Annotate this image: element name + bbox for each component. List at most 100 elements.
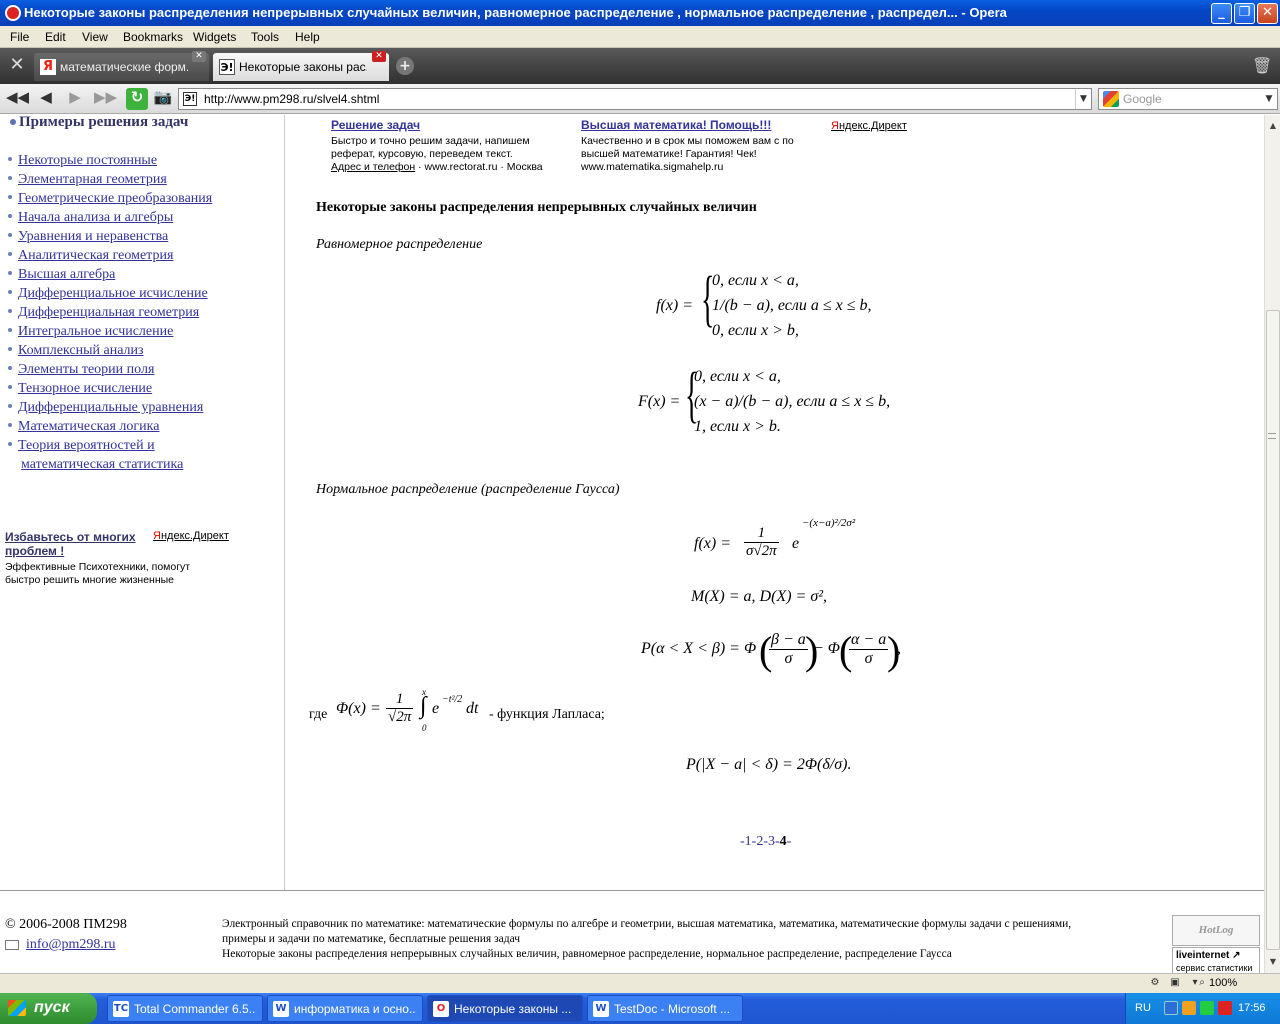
tab-close-icon[interactable]: ✕ (192, 51, 206, 62)
window-title: Некоторые законы распределения непрерывн… (24, 5, 1007, 20)
menu-help[interactable]: Help (295, 30, 320, 44)
tab-label: Некоторые законы рас... (239, 60, 367, 74)
tab-distribution-laws[interactable]: Э! Некоторые законы рас... ✕ (213, 51, 389, 81)
yandex-direct-link[interactable]: Яндекс.Директ (153, 530, 229, 542)
ad-title-link[interactable]: Решение задач (331, 118, 571, 132)
opera-icon (5, 5, 21, 21)
zoom-icon: ⌕ (1199, 977, 1205, 988)
menu-file[interactable]: File (10, 30, 29, 44)
sidebar-item[interactable]: Некоторые постоянные (8, 153, 157, 169)
bullet-icon (8, 308, 12, 313)
bullet-icon (8, 365, 12, 370)
sidebar-item[interactable]: Тензорное исчисление (8, 381, 152, 397)
pager-links[interactable]: -1-2-3- (740, 834, 780, 849)
sidebar-item[interactable]: Дифференциальные уравнения (8, 400, 203, 416)
formula-exp-base: e (792, 535, 800, 552)
sidebar-item[interactable]: Дифференциальная геометрия (8, 305, 199, 321)
reload-icon[interactable]: ↻ (126, 88, 148, 110)
sidebar-item[interactable]: Комплексный анализ (8, 343, 144, 359)
bullet-icon (8, 194, 12, 199)
tab-math-formulas[interactable]: Я математические форм... ✕ (34, 51, 209, 81)
taskbar-item[interactable]: O Некоторые законы ... (427, 995, 583, 1022)
integral-icon: ∫ (420, 693, 427, 719)
scrollbar-thumb[interactable] (1266, 310, 1280, 950)
sidebar-item[interactable]: Математическая логика (8, 419, 159, 435)
bullet-icon (8, 270, 12, 275)
close-window-button[interactable]: ✕ (1257, 3, 1278, 24)
footer-description: Электронный справочник по математике: ма… (222, 918, 1072, 960)
sidebar-heading[interactable]: Примеры решения задач (19, 115, 188, 131)
volume-icon[interactable] (1200, 1001, 1214, 1015)
menu-tools[interactable]: Tools (251, 30, 279, 44)
liveinternet-counter[interactable]: liveinternet ↗ сервис статистики (1172, 947, 1260, 973)
language-indicator[interactable]: RU (1135, 1002, 1151, 1014)
email-link[interactable]: info@pm298.ru (5, 937, 116, 953)
sidebar-item[interactable]: Интегральное исчисление (8, 324, 173, 340)
menu-edit[interactable]: Edit (45, 30, 66, 44)
formula-laplace: Φ(x) = 1 √2π x ∫ 0 e −t²/2 dt (336, 687, 496, 739)
network-icon[interactable] (1164, 1001, 1178, 1015)
yandex-direct-link[interactable]: Яндекс.Директ (831, 120, 907, 132)
tab-bar: ✕ Я математические форм... ✕ Э! Некоторы… (0, 48, 1280, 84)
sidebar-item[interactable]: Геометрические преобразования (8, 191, 212, 207)
laplace-suffix: - функция Лапласа; (489, 707, 605, 722)
clock: 17:56 (1238, 1002, 1266, 1014)
gear-icon[interactable]: ⚙ (1148, 977, 1162, 989)
taskbar-item[interactable]: W TestDoc - Microsoft ... (587, 995, 743, 1022)
formula-mid: − Φ (813, 640, 840, 657)
sidebar-item[interactable]: Аналитическая геометрия (8, 248, 173, 264)
tab-close-icon[interactable]: ✕ (372, 51, 386, 62)
menu-view[interactable]: View (82, 30, 108, 44)
address-url[interactable]: http://www.pm298.ru/slvel4.shtml (204, 92, 379, 106)
tools-icon[interactable]: ✕ (4, 54, 30, 78)
sidebar-item[interactable]: Дифференциальное исчисление (8, 286, 208, 302)
address-dropdown-icon[interactable]: ▼ (1075, 89, 1091, 109)
word-icon: W (593, 1001, 609, 1017)
sidebar-item[interactable]: Элементарная геометрия (8, 172, 167, 188)
scroll-down-icon[interactable]: ▼ (1266, 955, 1280, 969)
formula-uniform-density: f(x) = { 0, если x < a, 1/(b − a), если … (656, 265, 916, 350)
ad-title-link[interactable]: Высшая математика! Помощь!!! (581, 118, 821, 132)
antivirus-icon[interactable] (1218, 1001, 1232, 1015)
yandex-favicon-icon: Я (40, 59, 56, 75)
new-tab-button[interactable]: + (396, 57, 414, 75)
hotlog-counter[interactable]: HotLog (1172, 915, 1260, 946)
formula-moments: M(X) = a, D(X) = σ², (691, 588, 828, 605)
ad-title-link[interactable]: Избавьтесь от многих проблем ! (5, 530, 145, 558)
window-title-bar: Некоторые законы распределения непрерывн… (0, 0, 1280, 26)
menu-bar: File Edit View Bookmarks Widgets Tools H… (0, 26, 1280, 48)
section-uniform: Равномерное распределение (316, 237, 483, 252)
sidebar-item-continuation[interactable]: математическая статистика (21, 457, 183, 473)
menu-widgets[interactable]: Widgets (193, 30, 236, 44)
search-dropdown-icon[interactable]: ▼ (1261, 89, 1277, 109)
envelope-icon (5, 939, 19, 950)
sidebar-item[interactable]: Теория вероятностей и (8, 438, 155, 454)
camera-icon[interactable]: ▣ (1168, 977, 1182, 989)
start-button[interactable]: пуск (0, 993, 97, 1024)
scroll-up-icon[interactable]: ▲ (1266, 119, 1280, 133)
camera-icon[interactable]: 📷 (152, 88, 174, 110)
trash-icon[interactable]: 🗑 (1252, 56, 1272, 76)
minimize-button[interactable]: _ (1211, 3, 1232, 24)
sidebar-item[interactable]: Уравнения и неравенства (8, 229, 168, 245)
search-field[interactable]: Google ▼ (1098, 88, 1278, 110)
bullet-icon (8, 213, 12, 218)
zoom-level[interactable]: 100% (1209, 977, 1237, 989)
rewind-icon[interactable]: ◀◀ (6, 88, 29, 110)
address-bar[interactable]: Э! http://www.pm298.ru/slvel4.shtml ▼ (178, 88, 1092, 110)
media-icon[interactable] (1182, 1001, 1196, 1015)
formula-case: (x − a)/(b − a), если a ≤ x ≤ b, (694, 393, 891, 410)
forward-icon[interactable]: ▶ (64, 88, 86, 110)
sidebar-item[interactable]: Высшая алгебра (8, 267, 115, 283)
google-icon[interactable] (1103, 91, 1119, 107)
maximize-button[interactable]: ❐ (1234, 3, 1255, 24)
back-icon[interactable]: ◀ (35, 88, 57, 110)
fast-forward-icon[interactable]: ▶▶ (94, 88, 117, 110)
taskbar-item[interactable]: W информатика и осно... (267, 995, 423, 1022)
vertical-scrollbar[interactable]: ▲ ▼ (1264, 115, 1280, 973)
menu-bookmarks[interactable]: Bookmarks (123, 30, 183, 44)
sidebar-item[interactable]: Начала анализа и алгебры (8, 210, 173, 226)
taskbar-item[interactable]: TC Total Commander 6.5... (107, 995, 263, 1022)
sidebar-item[interactable]: Элементы теории поля (8, 362, 154, 378)
ad-address-link[interactable]: Адрес и телефон (331, 161, 415, 173)
